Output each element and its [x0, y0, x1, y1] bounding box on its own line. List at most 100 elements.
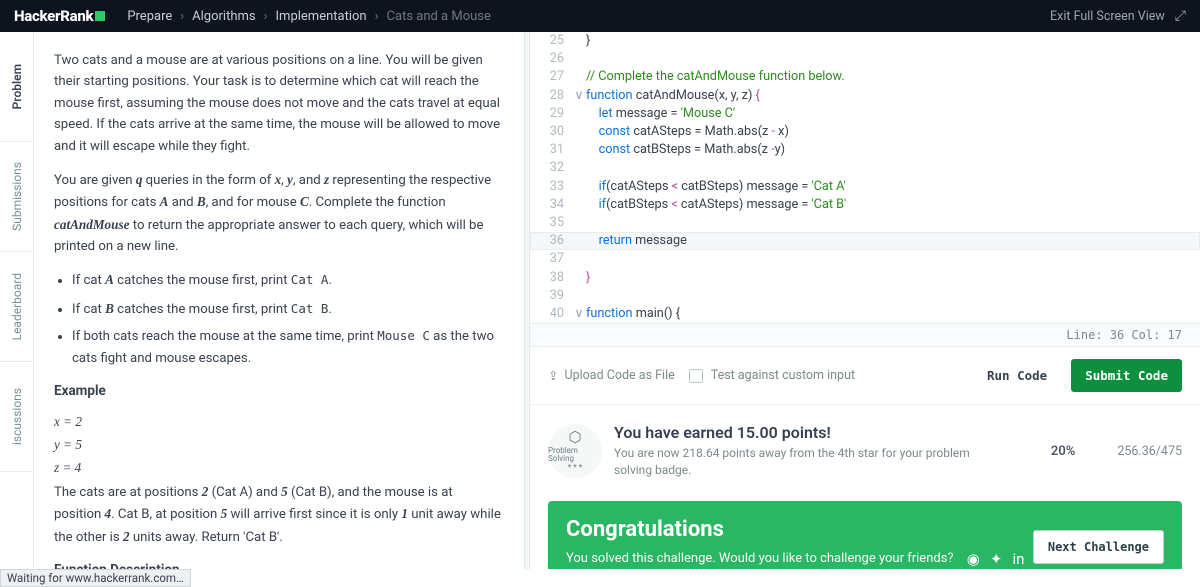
code-line[interactable]: 26	[530, 50, 1200, 68]
code-content[interactable]	[586, 159, 1200, 177]
list-item: If cat B catches the mouse first, print …	[72, 298, 502, 320]
collapse-icon: ⤢	[1175, 8, 1186, 24]
code-line[interactable]: 27// Complete the catAndMouse function b…	[530, 68, 1200, 86]
progress-fraction: 256.36/475	[1117, 444, 1182, 459]
code-content[interactable]: if(catASteps < catBSteps) message = 'Cat…	[586, 178, 1200, 196]
submit-code-button[interactable]: Submit Code	[1071, 359, 1182, 392]
line-number: 35	[530, 214, 572, 232]
line-number: 32	[530, 159, 572, 177]
code-content[interactable]	[586, 250, 1200, 268]
fold-toggle-icon	[572, 141, 586, 159]
fold-toggle-icon	[572, 232, 586, 250]
code-content[interactable]: let message = 'Mouse C'	[586, 105, 1200, 123]
line-number: 29	[530, 105, 572, 123]
code-line[interactable]: 38}	[530, 269, 1200, 287]
example-explanation: The cats are at positions 2 (Cat A) and …	[54, 481, 502, 548]
code-line[interactable]: 40∨function main() {	[530, 305, 1200, 323]
code-content[interactable]: return message	[586, 232, 1200, 250]
chevron-right-icon: ›	[375, 9, 379, 24]
upload-code-link[interactable]: ⇪ Upload Code as File	[548, 368, 675, 384]
code-line[interactable]: 33 if(catASteps < catBSteps) message = '…	[530, 178, 1200, 196]
facebook-icon[interactable]: ◉	[967, 550, 980, 568]
exit-fullscreen[interactable]: Exit Full Screen View ⤢	[1050, 8, 1186, 24]
badge-label: Problem Solving	[548, 447, 602, 464]
code-content[interactable]: // Complete the catAndMouse function bel…	[586, 68, 1200, 86]
logo[interactable]: HackerRank	[14, 7, 105, 25]
badge-stars: * * *	[568, 464, 582, 472]
code-line[interactable]: 31 const catBSteps = Math.abs(z -y)	[530, 141, 1200, 159]
right-panel: 25}2627// Complete the catAndMouse funct…	[530, 32, 1200, 569]
progress-percent: 20%	[1051, 444, 1075, 459]
congrats-banner: Congratulations You solved this challeng…	[548, 501, 1182, 569]
line-number: 34	[530, 196, 572, 214]
code-content[interactable]	[586, 50, 1200, 68]
code-line[interactable]: 34 if(catBSteps < catASteps) message = '…	[530, 196, 1200, 214]
checkbox-icon[interactable]	[689, 369, 703, 383]
code-content[interactable]: }	[586, 269, 1200, 287]
list-item: If both cats reach the mouse at the same…	[72, 326, 502, 369]
next-challenge-button[interactable]: Next Challenge	[1033, 530, 1164, 564]
code-line[interactable]: 30 const catASteps = Math.abs(z - x)	[530, 123, 1200, 141]
congrats-text: You solved this challenge. Would you lik…	[566, 551, 954, 566]
chevron-right-icon: ›	[264, 9, 268, 24]
badge-icon: ⬡ Problem Solving * * *	[548, 424, 602, 478]
code-content[interactable]: }	[586, 32, 1200, 50]
fold-toggle-icon	[572, 32, 586, 50]
code-editor[interactable]: 25}2627// Complete the catAndMouse funct…	[530, 32, 1200, 324]
fold-toggle-icon	[572, 123, 586, 141]
code-content[interactable]	[586, 287, 1200, 305]
code-line[interactable]: 35	[530, 214, 1200, 232]
fold-toggle-icon	[572, 105, 586, 123]
fold-toggle-icon[interactable]: ∨	[572, 305, 586, 323]
fold-toggle-icon	[572, 50, 586, 68]
shield-icon: ⬡	[568, 430, 581, 446]
fold-toggle-icon	[572, 269, 586, 287]
custom-input-toggle[interactable]: Test against custom input	[689, 368, 855, 383]
code-line[interactable]: 36 return message	[530, 232, 1200, 250]
crumb-current: Cats and a Mouse	[387, 9, 491, 24]
code-content[interactable]: if(catBSteps < catASteps) message = 'Cat…	[586, 196, 1200, 214]
code-content[interactable]: function catAndMouse(x, y, z) {	[586, 87, 1200, 105]
line-number: 30	[530, 123, 572, 141]
points-panel: ⬡ Problem Solving * * * You have earned …	[530, 405, 1200, 497]
tab-leaderboard[interactable]: Leaderboard	[0, 252, 33, 362]
tab-submissions[interactable]: Submissions	[0, 142, 33, 252]
code-line[interactable]: 32	[530, 159, 1200, 177]
crumb-algorithms[interactable]: Algorithms	[192, 9, 255, 24]
twitter-icon[interactable]: ✦	[990, 550, 1003, 568]
browser-status-bar: Waiting for www.hackerrank.com…	[0, 569, 191, 587]
line-number: 25	[530, 32, 572, 50]
run-code-button[interactable]: Run Code	[977, 360, 1057, 391]
code-content[interactable]: const catASteps = Math.abs(z - x)	[586, 123, 1200, 141]
code-content[interactable]: function main() {	[586, 305, 1200, 323]
code-content[interactable]: const catBSteps = Math.abs(z -y)	[586, 141, 1200, 159]
code-line[interactable]: 28∨function catAndMouse(x, y, z) {	[530, 87, 1200, 105]
linkedin-icon[interactable]: in	[1012, 550, 1024, 568]
chevron-right-icon: ›	[180, 9, 184, 24]
eq-x: x = 2	[54, 411, 502, 432]
logo-square-icon	[95, 11, 105, 21]
line-number: 36	[530, 232, 572, 250]
brand-text: HackerRank	[14, 7, 93, 25]
breadcrumb: Prepare › Algorithms › Implementation › …	[127, 9, 491, 24]
code-line[interactable]: 29 let message = 'Mouse C'	[530, 105, 1200, 123]
tab-discussions[interactable]: iscussions	[0, 362, 33, 472]
exit-label: Exit Full Screen View	[1050, 9, 1165, 24]
code-line[interactable]: 37	[530, 250, 1200, 268]
crumb-implementation[interactable]: Implementation	[276, 9, 367, 24]
line-number: 39	[530, 287, 572, 305]
fold-toggle-icon	[572, 178, 586, 196]
code-content[interactable]	[586, 214, 1200, 232]
tab-problem[interactable]: Problem	[0, 32, 33, 142]
code-line[interactable]: 39	[530, 287, 1200, 305]
upload-icon: ⇪	[548, 368, 558, 384]
fold-toggle-icon	[572, 214, 586, 232]
social-icons: ◉ ✦ in	[967, 550, 1025, 568]
fold-toggle-icon	[572, 196, 586, 214]
crumb-prepare[interactable]: Prepare	[127, 9, 172, 24]
editor-actions: ⇪ Upload Code as File Test against custo…	[530, 347, 1200, 405]
code-line[interactable]: 25}	[530, 32, 1200, 50]
side-tabs: Problem Submissions Leaderboard iscussio…	[0, 32, 34, 569]
fold-toggle-icon[interactable]: ∨	[572, 87, 586, 105]
line-number: 28	[530, 87, 572, 105]
